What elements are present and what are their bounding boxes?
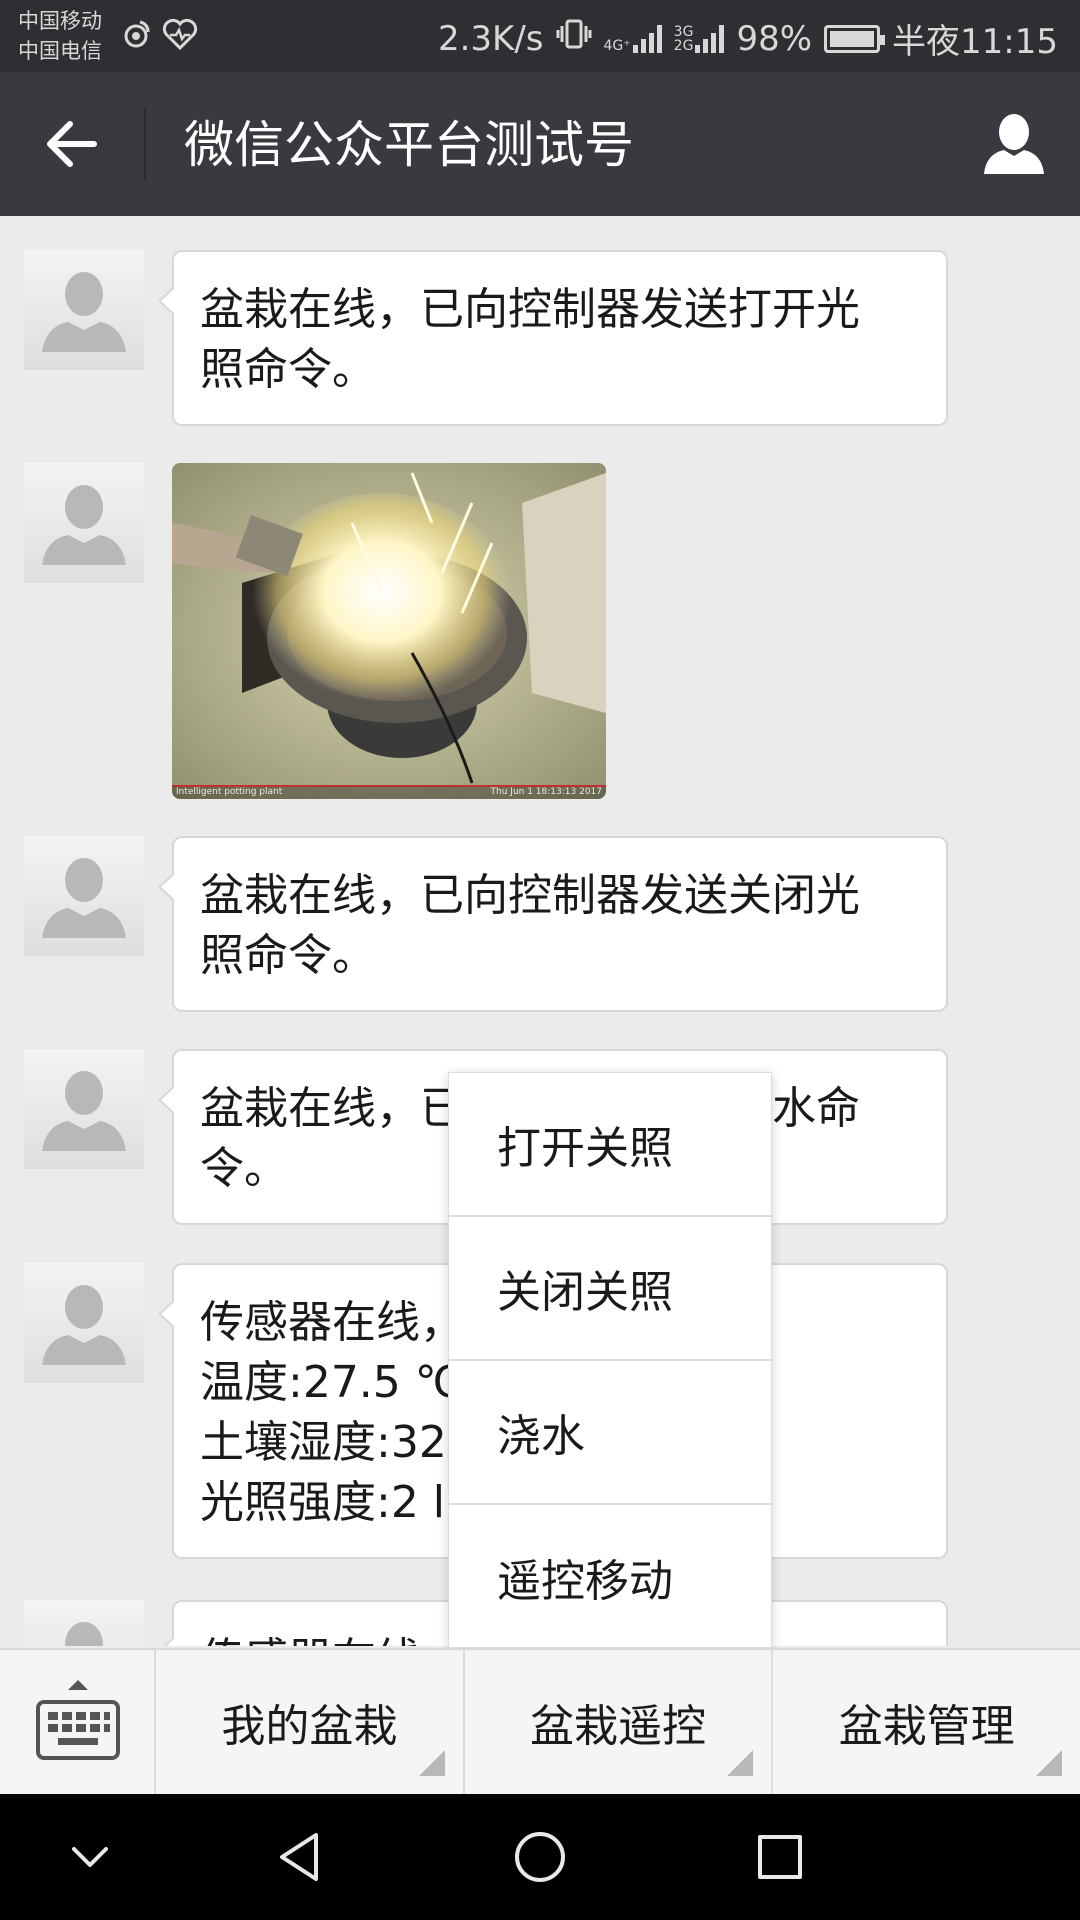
menu-item-water[interactable]: 浇水 [449, 1361, 771, 1505]
default-avatar-icon [65, 1622, 103, 1646]
nav-recents-button[interactable] [750, 1827, 810, 1887]
menu-item-light-off[interactable]: 关闭关照 [449, 1217, 771, 1361]
chevron-down-icon [72, 1847, 108, 1867]
back-triangle-icon [280, 1833, 318, 1881]
network-speed: 2.3K/s [437, 18, 544, 59]
avatar[interactable] [24, 250, 144, 370]
recents-square-icon [758, 1835, 802, 1879]
remote-control-submenu: 打开关照 关闭关照 浇水 遥控移动 [448, 1072, 772, 1648]
menu-button-my-plants[interactable]: 我的盆栽 [156, 1650, 465, 1794]
avatar[interactable] [24, 463, 144, 583]
keyboard-toggle-button[interactable] [0, 1650, 156, 1794]
image-caption-right: Thu Jun 1 18:13:13 2017 [490, 787, 602, 797]
menu-item-light-on[interactable]: 打开关照 [449, 1073, 771, 1217]
plant-camera-photo [172, 463, 606, 799]
chat-header: 微信公众平台测试号 [0, 72, 1080, 216]
weibo-icon [120, 18, 152, 58]
default-avatar-icon [42, 1285, 126, 1365]
network-3g-label: 3G [673, 23, 694, 40]
image-caption-left: Intelligent potting plant [176, 787, 283, 797]
image-caption: Intelligent potting plant Thu Jun 1 18:1… [172, 785, 606, 799]
message-line: 盆栽在线，已向控制器发送关闭光 [200, 870, 860, 921]
default-avatar-icon [42, 272, 126, 352]
menu-item-remote-move[interactable]: 遥控移动 [449, 1505, 771, 1649]
menu-button-plant-manage[interactable]: 盆栽管理 [773, 1650, 1080, 1794]
message-bubble[interactable]: 盆栽在线，已向控制器发送关闭光 照命令。 [158, 836, 948, 1012]
back-button[interactable] [36, 108, 108, 180]
nav-back-button[interactable] [270, 1827, 330, 1887]
keyboard-icon [36, 1680, 120, 1760]
menu-button-label: 我的盆栽 [221, 1701, 398, 1752]
message-line: 照命令。 [200, 930, 376, 981]
menu-button-plant-remote[interactable]: 盆栽遥控 [465, 1650, 774, 1794]
menu-button-label: 盆栽管理 [838, 1701, 1015, 1752]
header-divider [144, 108, 146, 180]
battery-percent: 98% [736, 18, 813, 59]
health-icon [162, 18, 198, 58]
message-bubble[interactable]: 盆栽在线，已向控制器发送打开光 照命令。 [158, 250, 948, 426]
system-nav-bar [0, 1794, 1080, 1920]
clock: 半夜11:15 [892, 22, 1058, 62]
avatar[interactable] [24, 1263, 144, 1383]
default-avatar-icon [42, 858, 126, 938]
vibrate-icon [556, 18, 592, 59]
custom-menu-bar: 我的盆栽 盆栽遥控 盆栽管理 [0, 1648, 1080, 1794]
default-avatar-icon [42, 485, 126, 565]
message-line: 照命令。 [200, 344, 376, 395]
carrier-1: 中国移动 [18, 9, 102, 33]
page-title: 微信公众平台测试号 [184, 116, 634, 174]
avatar[interactable] [24, 836, 144, 956]
profile-icon [984, 114, 1044, 174]
status-bar: 中国移动 中国电信 2.3K/s 4G⁺ 3G 2G 98% 半夜11:15 [0, 0, 1080, 72]
image-message[interactable]: Intelligent potting plant Thu Jun 1 18:1… [172, 463, 606, 799]
submenu-indicator-icon [1036, 1750, 1063, 1776]
submenu-indicator-icon [727, 1750, 754, 1776]
menu-button-label: 盆栽遥控 [530, 1701, 706, 1752]
carrier-2: 中国电信 [18, 39, 102, 63]
hide-nav-button[interactable] [60, 1827, 120, 1887]
nav-home-button[interactable] [510, 1827, 570, 1887]
network-4g-label: 4G⁺ [603, 37, 631, 54]
network-2g-label: 2G [673, 37, 694, 54]
profile-button[interactable] [978, 108, 1050, 180]
back-arrow-icon [47, 121, 97, 167]
carrier-info: 中国移动 中国电信 [18, 6, 102, 66]
message-line: 盆栽在线，已向控制器发送打开光 [200, 284, 860, 335]
signal-icon-2: 3G 2G [673, 23, 725, 54]
battery-icon [824, 24, 886, 53]
avatar[interactable] [24, 1600, 144, 1646]
avatar[interactable] [24, 1049, 144, 1169]
submenu-indicator-icon [418, 1750, 445, 1776]
signal-icon: 4G⁺ [603, 24, 662, 54]
default-avatar-icon [42, 1071, 126, 1151]
home-circle-icon [515, 1832, 565, 1882]
